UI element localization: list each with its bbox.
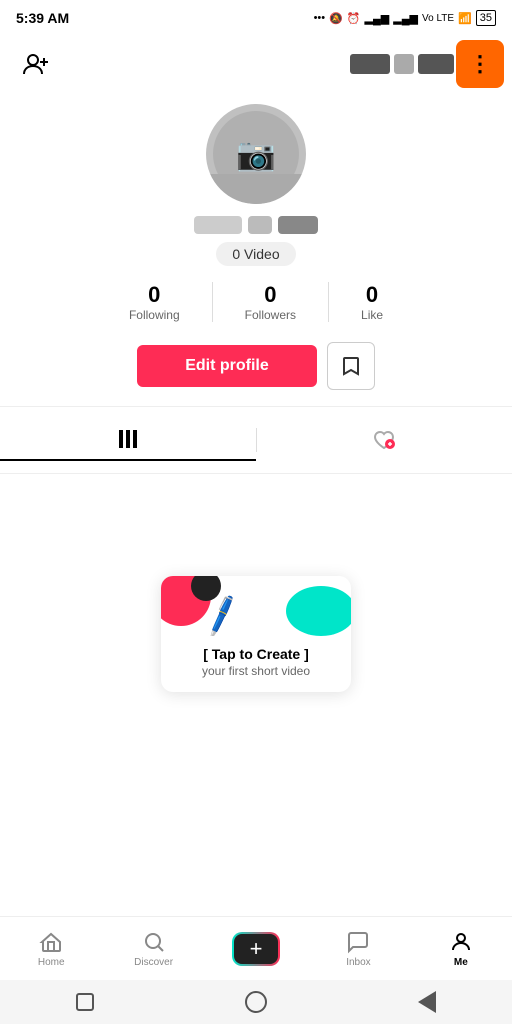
square-icon xyxy=(76,993,94,1011)
more-menu-button[interactable]: ⋮ xyxy=(456,40,504,88)
following-label: Following xyxy=(129,308,180,322)
top-nav: ▾ ⋮ xyxy=(0,36,512,92)
nav-plus-button[interactable]: + xyxy=(232,932,280,966)
create-card-art: 🖊️ xyxy=(161,576,351,636)
nav-plus[interactable]: + xyxy=(205,932,307,966)
mute-icon: 🔕 xyxy=(329,12,343,25)
followers-count: 0 xyxy=(264,282,276,308)
nav-recent-button[interactable] xyxy=(413,988,441,1016)
wifi-icon: 📶 xyxy=(458,12,472,25)
create-card-title: [ Tap to Create ] xyxy=(175,646,337,662)
tab-grid[interactable] xyxy=(0,419,256,461)
status-time: 5:39 AM xyxy=(16,10,69,26)
following-stat[interactable]: 0 Following xyxy=(97,282,213,322)
username-block-2 xyxy=(248,216,272,234)
nav-plus-icon: + xyxy=(250,938,263,960)
status-icons: ••• 🔕 ⏰ ▂▄▆ ▂▄▆ Vo LTE 📶 35 xyxy=(314,10,496,26)
bookmark-button[interactable] xyxy=(327,342,375,390)
content-area: 🖊️ [ Tap to Create ] your first short vi… xyxy=(0,474,512,794)
username-block-1 xyxy=(194,216,242,234)
signal-bars2-icon: ▂▄▆ xyxy=(393,12,418,25)
action-buttons: Edit profile xyxy=(137,342,375,390)
nav-me-label: Me xyxy=(454,957,468,968)
nav-inbox[interactable]: Inbox xyxy=(307,930,409,968)
likes-stat[interactable]: 0 Like xyxy=(329,282,415,322)
likes-count: 0 xyxy=(366,282,378,308)
username-block-3 xyxy=(278,216,318,234)
edit-profile-button[interactable]: Edit profile xyxy=(137,345,317,387)
profile-section: 📷 0 Video 0 Following 0 Followers 0 Like… xyxy=(0,92,512,406)
avatar: 📷 xyxy=(206,104,306,204)
system-bar xyxy=(0,980,512,1024)
nav-back-button[interactable] xyxy=(71,988,99,1016)
username-bar-1 xyxy=(350,54,390,74)
nav-inbox-label: Inbox xyxy=(346,957,370,968)
nav-discover-label: Discover xyxy=(134,957,173,968)
username-bar-2 xyxy=(394,54,414,74)
alarm-icon: ⏰ xyxy=(347,12,361,25)
create-card[interactable]: 🖊️ [ Tap to Create ] your first short vi… xyxy=(161,576,351,692)
volte-icon: Vo LTE xyxy=(422,13,454,24)
nav-discover[interactable]: Discover xyxy=(102,930,204,968)
triangle-icon xyxy=(418,991,436,1013)
battery-icon: 35 xyxy=(476,10,496,26)
status-bar: 5:39 AM ••• 🔕 ⏰ ▂▄▆ ▂▄▆ Vo LTE 📶 35 xyxy=(0,0,512,36)
tab-heart[interactable] xyxy=(257,419,512,461)
username-blocks xyxy=(194,216,318,234)
video-badge: 0 Video xyxy=(216,242,295,266)
nav-me[interactable]: Me xyxy=(410,930,512,968)
likes-label: Like xyxy=(361,308,383,322)
stats-row: 0 Following 0 Followers 0 Like xyxy=(16,282,496,322)
avatar-bottom xyxy=(206,174,306,204)
username-bar-3 xyxy=(418,54,454,74)
following-count: 0 xyxy=(148,282,160,308)
camera-icon: 📷 xyxy=(236,135,276,173)
three-dots-icon: ⋮ xyxy=(469,53,491,75)
create-card-text: [ Tap to Create ] your first short video xyxy=(161,636,351,692)
signal-bars-icon: ▂▄▆ xyxy=(365,12,390,25)
tab-icons-row xyxy=(0,407,512,474)
nav-home[interactable]: Home xyxy=(0,930,102,968)
signal-dots-icon: ••• xyxy=(314,12,326,24)
blob-teal xyxy=(286,586,351,636)
nav-home-button[interactable] xyxy=(242,988,270,1016)
nav-home-label: Home xyxy=(38,957,65,968)
followers-label: Followers xyxy=(245,308,296,322)
circle-icon xyxy=(245,991,267,1013)
add-user-button[interactable] xyxy=(16,44,56,84)
bottom-nav: Home Discover + Inbox Me xyxy=(0,916,512,980)
followers-stat[interactable]: 0 Followers xyxy=(213,282,329,322)
create-card-subtitle: your first short video xyxy=(175,664,337,678)
